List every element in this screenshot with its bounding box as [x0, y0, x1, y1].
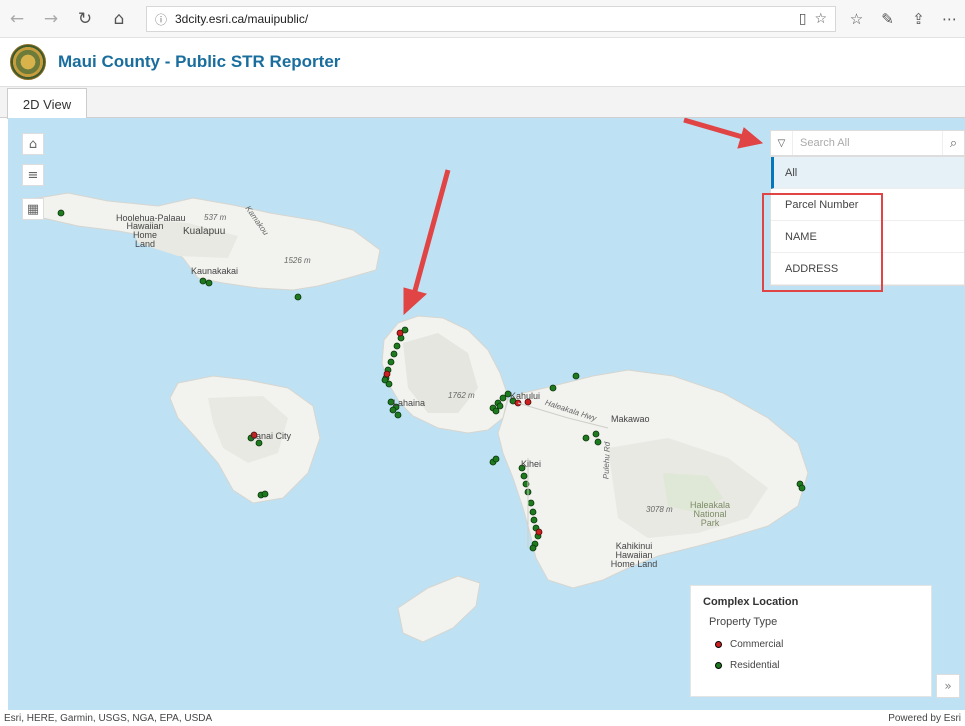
legend-item-commercial: Commercial	[715, 634, 919, 655]
map-label-elev-1762: 1762 m	[448, 391, 475, 400]
map-label-makawao: Makawao	[611, 414, 650, 424]
residential-dot-icon	[715, 662, 722, 669]
map-label-kualapuu: Kualapuu	[183, 226, 226, 237]
tab-2d-view[interactable]: 2D View	[7, 88, 87, 119]
attribution-left: Esri, HERE, Garmin, USGS, NGA, EPA, USDA	[4, 712, 213, 724]
legend-item-residential: Residential	[715, 655, 919, 676]
attribution-right[interactable]: Powered by Esri	[888, 713, 961, 724]
reading-view-icon[interactable]: ▯	[799, 11, 807, 27]
county-seal-logo	[10, 44, 46, 80]
address-bar[interactable]: ⓘ 3dcity.esri.ca/mauipublic/ ▯ ☆	[146, 6, 836, 32]
commercial-dot-icon	[715, 641, 722, 648]
annotation-highlight-box	[762, 193, 883, 292]
back-arrow-icon[interactable]: ←	[0, 0, 34, 38]
app-title: Maui County - Public STR Reporter	[58, 52, 341, 71]
map-label-elev-3078: 3078 m	[646, 505, 673, 514]
legend-panel: Complex Location Property Type Commercia…	[690, 585, 932, 697]
legend-label-commercial: Commercial	[730, 639, 784, 650]
map-label-lahaina: Lahaina	[393, 398, 426, 408]
search-icon[interactable]: ⌕	[942, 131, 964, 155]
notes-pen-icon[interactable]: ✎	[872, 0, 903, 38]
kahoolawe-island	[397, 575, 481, 643]
more-icon[interactable]: ⋯	[934, 0, 965, 38]
home-icon[interactable]: ⌂	[102, 0, 136, 38]
search-input[interactable]	[793, 131, 942, 155]
map-view[interactable]: Hoolehua-Palaau Hawaiian Home Land Kuala…	[8, 118, 965, 710]
search-widget: ▽ ⌕	[770, 130, 965, 156]
map-label-kahikinui: Kahikinui Hawaiian Home Land	[610, 541, 658, 569]
share-icon[interactable]: ⇪	[903, 0, 934, 38]
url-text: 3dcity.esri.ca/mauipublic/	[175, 12, 309, 26]
menu-item-all[interactable]: All	[771, 157, 964, 189]
legend-subtitle: Property Type	[709, 616, 778, 628]
app-header: Maui County - Public STR Reporter	[0, 38, 965, 86]
refresh-icon[interactable]: ↻	[68, 0, 102, 38]
annotation-arrows	[403, 118, 764, 316]
map-label-kahului: Kahului	[510, 391, 541, 401]
tab-strip: 2D View	[0, 86, 965, 119]
map-label-hawaiian-home: Hawaiian Home Land	[126, 221, 164, 249]
expand-panel-icon[interactable]: »	[936, 674, 960, 698]
layer-list-icon[interactable]: ≡	[22, 164, 44, 186]
map-label-kihei: Kihei	[521, 459, 542, 469]
favorite-star-icon[interactable]: ☆	[814, 11, 827, 27]
favorites-icon[interactable]: ☆	[841, 0, 872, 38]
map-label-elev-1526: 1526 m	[284, 256, 311, 265]
map-label-pulehu-rd: Pulehu Rd	[601, 441, 612, 480]
map-label-kaunakakai: Kaunakakai	[191, 266, 239, 276]
map-label-lanai-city: Lanai City	[251, 431, 292, 441]
search-source-dropdown-icon[interactable]: ▽	[771, 131, 793, 155]
home-view-icon[interactable]: ⌂	[22, 133, 44, 155]
browser-toolbar: ← → ↻ ⌂ ⓘ 3dcity.esri.ca/mauipublic/ ▯ ☆…	[0, 0, 965, 38]
map-label-haleakala-park: Haleakala National Park	[689, 500, 731, 528]
legend-title: Complex Location	[703, 596, 799, 608]
map-attribution: Esri, HERE, Garmin, USGS, NGA, EPA, USDA…	[0, 710, 965, 726]
forward-arrow-icon[interactable]: →	[34, 0, 68, 38]
basemap-gallery-icon[interactable]: ▦	[22, 198, 44, 220]
info-icon[interactable]: ⓘ	[147, 11, 175, 28]
map-label-elev-537: 537 m	[204, 213, 227, 222]
legend-label-residential: Residential	[730, 660, 780, 671]
